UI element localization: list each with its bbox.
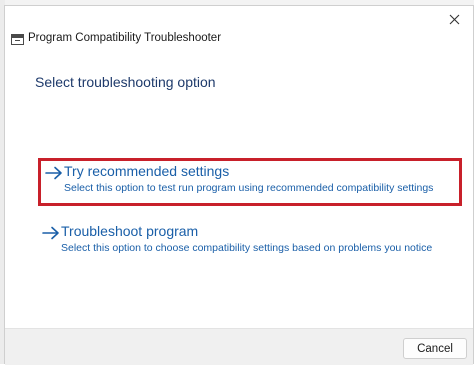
- window-title: Program Compatibility Troubleshooter: [28, 32, 222, 44]
- dialog-footer: Cancel: [5, 328, 473, 365]
- page-heading: Select troubleshooting option: [35, 74, 216, 90]
- option-title: Try recommended settings: [64, 163, 230, 179]
- option-troubleshoot-program[interactable]: Troubleshoot program Select this option …: [41, 223, 461, 263]
- option-title: Troubleshoot program: [61, 223, 199, 239]
- close-button[interactable]: [441, 8, 467, 30]
- option-description: Select this option to test run program u…: [64, 182, 434, 194]
- title-bar: Program Compatibility Troubleshooter: [5, 6, 473, 45]
- troubleshooter-window: Program Compatibility Troubleshooter Sel…: [4, 5, 474, 365]
- close-icon: [449, 14, 459, 24]
- cancel-button[interactable]: Cancel: [403, 338, 467, 359]
- option-try-recommended-settings[interactable]: Try recommended settings Select this opt…: [38, 158, 462, 206]
- arrow-right-icon: [42, 226, 59, 240]
- troubleshooter-window-icon: [11, 34, 24, 45]
- arrow-right-icon: [45, 166, 62, 180]
- option-description: Select this option to choose compatibili…: [61, 242, 433, 254]
